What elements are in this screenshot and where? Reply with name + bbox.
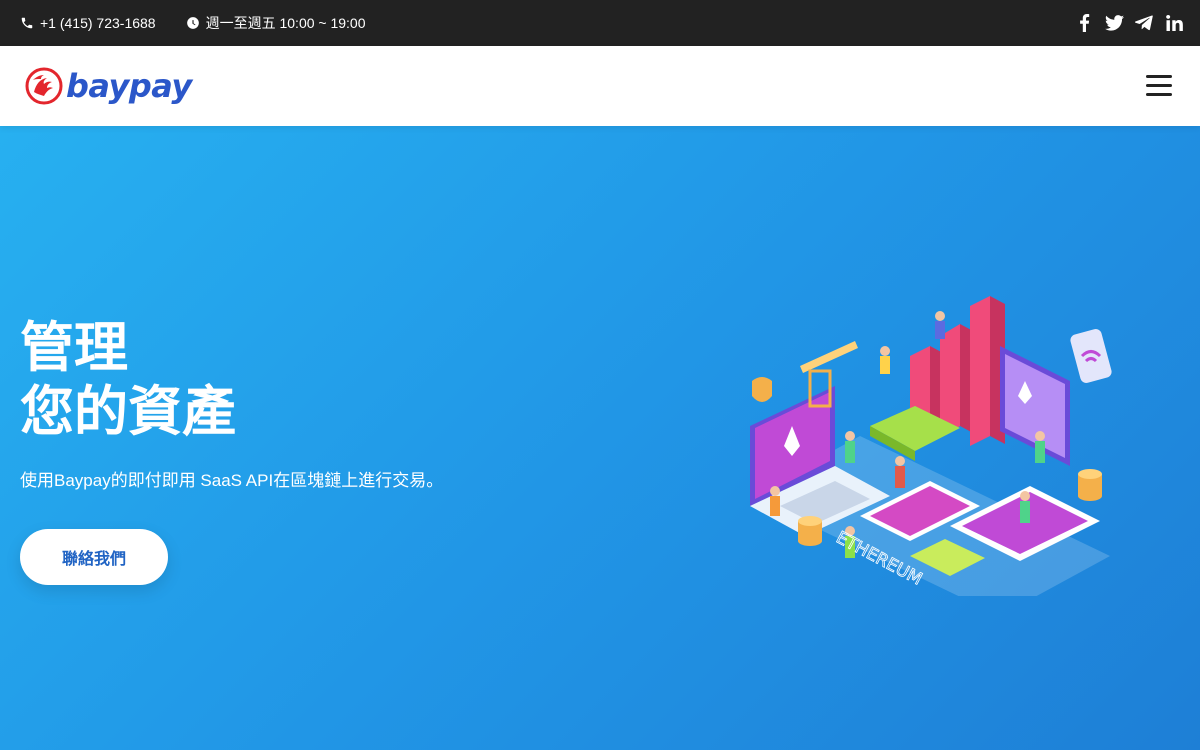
- top-bar: +1 (415) 723-1688 週一至週五 10:00 ~ 19:00: [0, 0, 1200, 46]
- hero-title: 管理 您的資產: [20, 316, 236, 444]
- hours-item: 週一至週五 10:00 ~ 19:00: [186, 13, 366, 33]
- twitter-icon[interactable]: [1104, 13, 1124, 33]
- linkedin-icon[interactable]: [1164, 13, 1184, 33]
- hero-title-line-2: 您的資產: [20, 382, 236, 442]
- brand-name: baypay: [66, 67, 192, 105]
- facebook-icon[interactable]: [1074, 13, 1094, 33]
- telegram-icon[interactable]: [1134, 13, 1154, 33]
- contact-us-button[interactable]: 聯絡我們: [20, 529, 168, 585]
- lion-logo-icon: [25, 67, 63, 105]
- blockchain-illustration: ETHEREUM: [750, 296, 1112, 596]
- social-links: [1064, 0, 1184, 46]
- clock-icon: [186, 17, 199, 29]
- contact-info: +1 (415) 723-1688 週一至週五 10:00 ~ 19:00: [20, 0, 396, 46]
- hero-subtitle: 使用Baypay的即付即用 SaaS API在區塊鏈上進行交易。: [20, 471, 444, 490]
- phone-item[interactable]: +1 (415) 723-1688: [20, 15, 156, 31]
- hero-title-line-1: 管理: [20, 318, 128, 378]
- brand-logo[interactable]: baypay: [24, 64, 192, 108]
- phone-number: +1 (415) 723-1688: [40, 15, 156, 31]
- phone-icon: [21, 17, 33, 29]
- hamburger-menu-icon[interactable]: [1146, 75, 1172, 97]
- main-navbar: baypay: [0, 46, 1200, 126]
- hero-section: 管理 您的資產 使用Baypay的即付即用 SaaS API在區塊鏈上進行交易。…: [0, 126, 1200, 750]
- business-hours: 週一至週五 10:00 ~ 19:00: [205, 15, 366, 31]
